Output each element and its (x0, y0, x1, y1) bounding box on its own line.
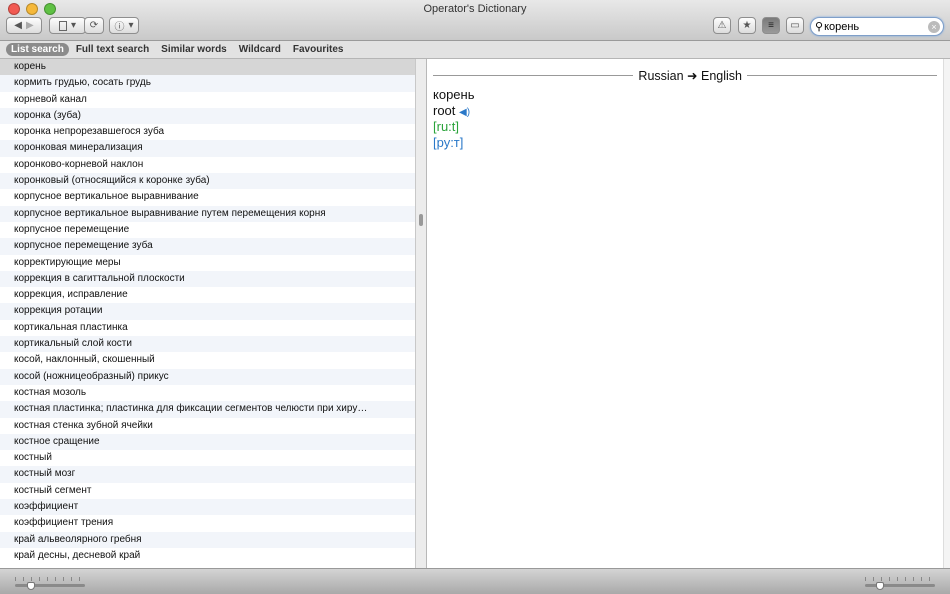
list-item[interactable]: костная стенка зубной ячейки (0, 418, 415, 434)
list-item[interactable]: кортикальный слой кости (0, 336, 415, 353)
title-bar: Operator's Dictionary ◀ ▶ ▾ ⟳ ⓘ ▾ ⚠ ★ ≡ ▭… (0, 0, 950, 41)
list-item[interactable]: корректирующие меры (0, 255, 415, 271)
list-item[interactable]: край десны, десневой край (0, 548, 415, 564)
list-item[interactable]: корпусное перемещение зуба (0, 238, 415, 255)
list-item[interactable]: кортикальная пластинка (0, 320, 415, 336)
back-icon[interactable]: ◀ (14, 20, 22, 31)
favourite-button[interactable]: ★ (738, 17, 756, 34)
phonetic-russian: [ру:т] (433, 135, 464, 150)
info-menu-button[interactable]: ⓘ ▾ (109, 17, 139, 34)
slider-knob[interactable] (876, 582, 884, 590)
window-button[interactable]: ▭ (786, 17, 804, 34)
tab-wildcard[interactable]: Wildcard (234, 43, 286, 56)
list-font-size-slider[interactable] (15, 577, 85, 590)
back-forward-control[interactable]: ◀ ▶ (6, 17, 42, 34)
list-item[interactable]: костный сегмент (0, 483, 415, 499)
dictionary-icon (58, 20, 67, 31)
list-item[interactable]: костный мозг (0, 466, 415, 483)
tab-similar-words[interactable]: Similar words (156, 43, 232, 56)
translation: root (433, 103, 456, 118)
list-item[interactable]: корневой канал (0, 92, 415, 108)
list-item[interactable]: косой, наклонный, скошенный (0, 352, 415, 368)
history-button[interactable]: ≡ (762, 17, 780, 34)
chevron-down-icon: ▾ (128, 20, 134, 31)
list-item[interactable]: костный (0, 450, 415, 466)
window-title: Operator's Dictionary (423, 3, 527, 15)
search-mode-tabs: List search Full text search Similar wor… (0, 41, 950, 59)
warning-icon: ⚠ (717, 20, 727, 31)
slider-knob[interactable] (27, 582, 35, 590)
direction-label: Russian ➜ English (638, 69, 742, 83)
vertical-scrollbar[interactable] (943, 59, 950, 568)
tab-favourites[interactable]: Favourites (288, 43, 349, 56)
tab-full-text-search[interactable]: Full text search (71, 43, 154, 56)
headword: корень (433, 87, 475, 102)
list-item[interactable]: косой (ножницеобразный) прикус (0, 368, 415, 385)
dictionary-menu-button[interactable]: ▾ (49, 17, 86, 34)
article-font-size-slider[interactable] (865, 577, 935, 590)
list-item[interactable]: коронка (зуба) (0, 107, 415, 125)
list-item[interactable]: коррекция, исправление (0, 287, 415, 303)
window-icon: ▭ (790, 20, 800, 31)
refresh-icon: ⟳ (89, 20, 99, 31)
search-field[interactable]: ⚲ × (810, 17, 944, 36)
list-item[interactable]: коэффициент трения (0, 515, 415, 531)
bottom-bar (0, 568, 950, 594)
pane-splitter[interactable] (415, 59, 427, 568)
list-item[interactable]: корень (0, 59, 415, 76)
list-item[interactable]: коронковый (относящийся к коронке зуба) (0, 173, 415, 190)
list-item[interactable]: корпусное перемещение (0, 222, 415, 238)
swap-button[interactable]: ⟳ (84, 17, 104, 34)
star-icon: ★ (742, 20, 752, 31)
info-icon: ⓘ (114, 22, 125, 33)
tab-list-search[interactable]: List search (6, 43, 69, 56)
list-item[interactable]: корпусное вертикальное выравнивание путе… (0, 205, 415, 222)
history-icon: ≡ (768, 20, 774, 31)
direction-header: Russian ➜ English (433, 68, 937, 83)
list-item[interactable]: коронково-корневой наклон (0, 157, 415, 173)
list-item[interactable]: костное сращение (0, 433, 415, 451)
list-item[interactable]: коронковая минерализация (0, 140, 415, 157)
list-item[interactable]: костная мозоль (0, 385, 415, 401)
word-list: корень кормить грудью, сосать грудь корнев… (0, 59, 415, 568)
list-item[interactable]: край альвеолярного гребня (0, 531, 415, 548)
list-item[interactable]: костная пластинка; пластинка для фиксаци… (0, 401, 415, 418)
chevron-down-icon: ▾ (70, 20, 77, 31)
speaker-icon[interactable]: ◀︎) (459, 107, 470, 118)
search-input[interactable] (824, 20, 925, 33)
list-item[interactable]: кормить грудью, сосать грудь (0, 75, 415, 92)
list-item[interactable]: коронка непрорезавшегося зуба (0, 124, 415, 140)
search-icon: ⚲ (815, 21, 824, 33)
list-item[interactable]: корпусное вертикальное выравнивание (0, 189, 415, 205)
phonetic-english: [ru:t] (433, 119, 460, 134)
list-item[interactable]: коррекция в сагиттальной плоскости (0, 270, 415, 288)
clear-search-icon[interactable]: × (928, 21, 940, 33)
splitter-grip[interactable] (419, 214, 423, 226)
list-item[interactable]: коэффициент (0, 499, 415, 516)
forward-icon[interactable]: ▶ (26, 20, 34, 31)
list-item[interactable]: коррекция ротации (0, 303, 415, 320)
warning-button[interactable]: ⚠ (713, 17, 731, 34)
article-pane: Russian ➜ English корень root ◀︎) [ru:t]… (427, 59, 943, 568)
